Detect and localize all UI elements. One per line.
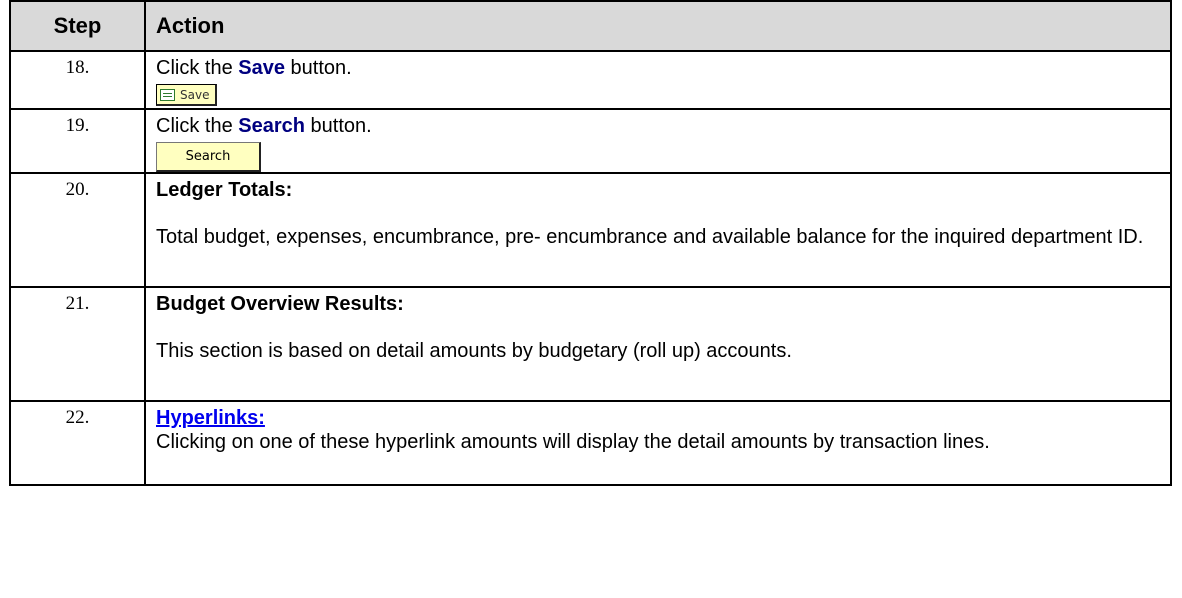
search-button[interactable]: Search (156, 142, 261, 172)
action-cell: Click the Save button. Save (144, 50, 1172, 110)
section-body: Clicking on one of these hyperlink amoun… (156, 431, 990, 453)
hyperlinks-link[interactable]: Hyperlinks: (156, 406, 1170, 430)
instruction-suffix: button. (284, 57, 352, 79)
search-keyword: Search (238, 115, 305, 137)
section-heading: Ledger Totals: (156, 179, 293, 201)
section-body: Total budget, expenses, encumbrance, pre… (156, 226, 1144, 248)
step-number: 22. (9, 400, 146, 486)
section-body: This section is based on detail amounts … (156, 340, 792, 362)
save-button-label: Save (180, 87, 210, 102)
header-row: Step Action (9, 0, 1172, 52)
action-cell: Ledger Totals: Total budget, expenses, e… (144, 172, 1172, 288)
instruction-text: Click the Search button. (156, 114, 1170, 138)
instruction-text: Click the Save button. (156, 56, 1170, 80)
step-number: 19. (9, 108, 146, 174)
procedure-table: Step Action 18. Click the Save button. S… (9, 0, 1172, 486)
action-cell: Budget Overview Results: This section is… (144, 286, 1172, 402)
table-row: 20. Ledger Totals: Total budget, expense… (9, 172, 1172, 288)
table-row: 19. Click the Search button. Search (9, 108, 1172, 174)
save-button[interactable]: Save (156, 84, 218, 106)
step-header: Step (9, 0, 146, 52)
table-row: 22. Hyperlinks: Clicking on one of these… (9, 400, 1172, 486)
table-row: 18. Click the Save button. Save (9, 50, 1172, 110)
instruction-prefix: Click the (156, 115, 239, 137)
instruction-prefix: Click the (156, 57, 239, 79)
step-number: 21. (9, 286, 146, 402)
step-number: 20. (9, 172, 146, 288)
action-cell: Hyperlinks: Clicking on one of these hyp… (144, 400, 1172, 486)
action-cell: Click the Search button. Search (144, 108, 1172, 174)
section-heading: Budget Overview Results: (156, 293, 404, 315)
action-header: Action (144, 0, 1172, 52)
step-number: 18. (9, 50, 146, 110)
save-icon (160, 88, 175, 101)
instruction-suffix: button. (304, 115, 372, 137)
save-keyword: Save (238, 57, 285, 79)
table-row: 21. Budget Overview Results: This sectio… (9, 286, 1172, 402)
